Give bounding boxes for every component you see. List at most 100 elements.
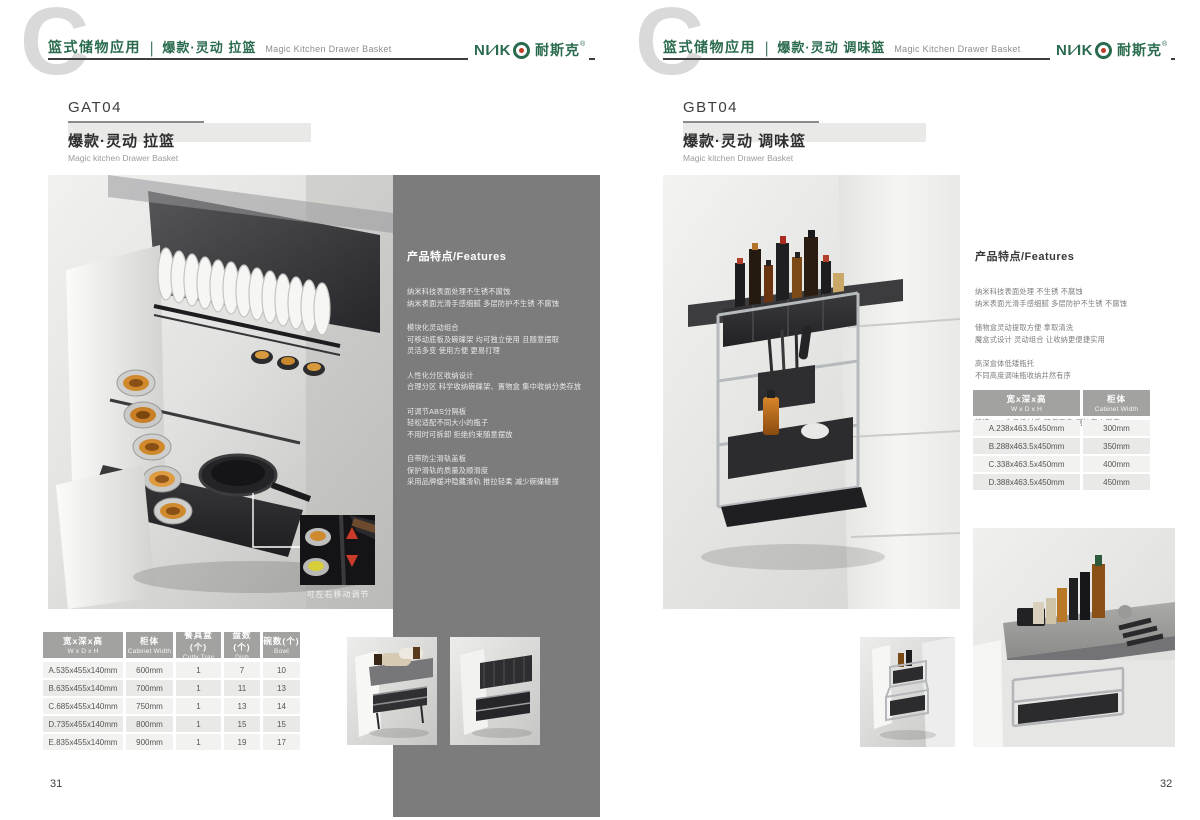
logo-latin-text: NI∕IK: [474, 42, 511, 59]
cell-cutlery-tray: 1: [176, 698, 221, 714]
table-header-cell: 碗数(个) Bowl: [263, 632, 300, 658]
cell-cabinet-width: 450mm: [1083, 474, 1150, 490]
cell-cabinet-width: 900mm: [126, 734, 173, 750]
cell-cabinet-width: 600mm: [126, 662, 173, 678]
product-subtitle: Magic kitchen Drawer Basket: [683, 153, 943, 163]
table-header-cell: 宽x深x高 W x D x H: [973, 390, 1080, 416]
logo-latin-text: NI∕IK: [1056, 42, 1093, 59]
table-header-cell: 宽x深x高 W x D x H: [43, 632, 123, 658]
cell-dimensions: D.735x455x140mm: [43, 716, 123, 732]
small-photo-mesh-basket: [450, 637, 540, 745]
cell-cabinet-width: 800mm: [126, 716, 173, 732]
detail-inset-photo: [300, 515, 375, 585]
cell-cabinet-width: 350mm: [1083, 438, 1150, 454]
cell-cutlery-tray: 1: [176, 680, 221, 696]
page-header-right: 篮式储物应用 | 爆款·灵动 调味篮 Magic Kitchen Drawer …: [663, 37, 1021, 57]
page-number-left: 31: [50, 778, 62, 790]
cell-dimensions: C.338x463.5x450mm: [973, 456, 1080, 472]
page-header-left: 篮式储物应用 | 爆款·灵动 拉篮 Magic Kitchen Drawer B…: [48, 37, 392, 57]
cell-cutlery-tray: 1: [176, 734, 221, 750]
logo-registered-mark: ®: [1162, 41, 1167, 48]
logo-red-dot: [1101, 48, 1106, 53]
logo-red-dot: [519, 48, 524, 53]
catalog-spread: C 篮式储物应用 | 爆款·灵动 拉篮 Magic Kitchen Drawer…: [0, 0, 1200, 820]
cell-bowl-count: 17: [263, 734, 300, 750]
header-series-en: Magic Kitchen Drawer Basket: [894, 44, 1020, 54]
header-series: 爆款·灵动 调味篮: [777, 37, 885, 56]
countertop-organizer-illustration: [973, 528, 1175, 747]
table-header-cell: 餐具盒(个) Cutly Tray: [176, 632, 221, 658]
product-code: GBT04: [683, 99, 943, 116]
table-row: B.288x463.5x450mm 350mm: [973, 438, 1150, 454]
feature-paragraph: 自带防尘滑轨盖板 保护滑轨的质量及顺滑度 采用品牌缓冲隐藏滑轨 推拉轻柔 减少碗…: [407, 453, 587, 488]
cell-dish-count: 19: [224, 734, 260, 750]
feature-paragraph: 可调节ABS分隔板 轻松适配不同大小的瓶子 不用时可拆卸 拒绝约束随意摆放: [407, 406, 587, 441]
logo-cn-name: 耐斯克: [1117, 40, 1162, 60]
header-divider: |: [765, 39, 768, 57]
header-divider: |: [150, 39, 153, 57]
mesh-basket-illustration: [450, 637, 540, 745]
header-category: 篮式储物应用: [663, 37, 756, 57]
inset-caption: 可左右移动调节: [286, 589, 390, 600]
table-row: A.535x455x140mm 600mm 1 7 10: [43, 662, 300, 678]
nisko-logo: NI∕IK 耐斯克 ®: [1050, 40, 1171, 62]
features-title: 产品特点/Features: [975, 248, 1175, 264]
table-row: D.388x463.5x450mm 450mm: [973, 474, 1150, 490]
cell-bowl-count: 15: [263, 716, 300, 732]
logo-cn-name: 耐斯克: [535, 40, 580, 60]
product-title: 爆款·灵动 拉篮: [68, 130, 328, 151]
cell-cabinet-width: 700mm: [126, 680, 173, 696]
adjustable-divider-illustration: [300, 515, 375, 585]
table-row: A.238x463.5x450mm 300mm: [973, 420, 1150, 436]
cell-cabinet-width: 750mm: [126, 698, 173, 714]
main-photo-spice-basket: [663, 175, 960, 609]
product-title-block-right: GBT04 爆款·灵动 调味篮 Magic kitchen Drawer Bas…: [683, 99, 943, 163]
table-header-row: 宽x深x高 W x D x H 柜体 Cabinet Width 餐具盒(个) …: [43, 632, 300, 658]
table-header-row: 宽x深x高 W x D x H 柜体 Cabinet Width: [973, 390, 1150, 416]
spec-table-right: 宽x深x高 W x D x H 柜体 Cabinet Width A.238x4…: [973, 390, 1150, 492]
table-header-cell: 柜体 Cabinet Width: [1083, 390, 1150, 416]
cell-dish-count: 11: [224, 680, 260, 696]
photo-countertop-organizer: [973, 528, 1175, 747]
cell-bowl-count: 10: [263, 662, 300, 678]
nisko-logo: NI∕IK 耐斯克 ®: [468, 40, 589, 62]
features-title: 产品特点/Features: [407, 248, 587, 264]
main-photo-drawer-basket: 可左右移动调节: [48, 175, 393, 609]
cell-dimensions: C.685x455x140mm: [43, 698, 123, 714]
features-paragraphs: 纳米科技表面处理不生锈不腐蚀 纳米表面光滑手感细腻 多层防护不生锈 不腐蚀模块化…: [407, 286, 587, 488]
feature-paragraph: 模块化灵动组合 可移动底板及碗碟架 均可独立使用 且随意摆取 灵活多变 使用方便…: [407, 322, 587, 357]
product-title: 爆款·灵动 调味篮: [683, 130, 943, 151]
logo-o-mark: [1095, 42, 1112, 59]
cell-bowl-count: 14: [263, 698, 300, 714]
product-subtitle: Magic kitchen Drawer Basket: [68, 153, 328, 163]
cell-dish-count: 13: [224, 698, 260, 714]
header-series-en: Magic Kitchen Drawer Basket: [265, 44, 391, 54]
table-row: C.338x463.5x450mm 400mm: [973, 456, 1150, 472]
header-category: 篮式储物应用: [48, 37, 141, 57]
towel-basket-illustration: [347, 637, 437, 745]
header-series: 爆款·灵动 拉篮: [162, 37, 256, 56]
small-photo-spice-rack: [860, 637, 955, 747]
table-body: A.238x463.5x450mm 300mm B.288x463.5x450m…: [973, 420, 1150, 490]
small-photo-towel-basket: [347, 637, 437, 745]
logo-registered-mark: ®: [580, 41, 585, 48]
page-number-right: 32: [1160, 778, 1172, 790]
cell-dimensions: B.635x455x140mm: [43, 680, 123, 696]
feature-paragraph: 人性化分区收纳设计 合理分区 科学收纳碗碟架、置物盒 集中收纳分类存放: [407, 370, 587, 393]
spec-table-left: 宽x深x高 W x D x H 柜体 Cabinet Width 餐具盒(个) …: [43, 632, 300, 752]
cell-cutlery-tray: 1: [176, 662, 221, 678]
cell-cabinet-width: 300mm: [1083, 420, 1150, 436]
cell-dimensions: A.535x455x140mm: [43, 662, 123, 678]
table-row: D.735x455x140mm 800mm 1 15 15: [43, 716, 300, 732]
cell-dish-count: 7: [224, 662, 260, 678]
table-header-cell: 盘数(个) Dish: [224, 632, 260, 658]
cell-dimensions: D.388x463.5x450mm: [973, 474, 1080, 490]
features-left: 产品特点/Features 纳米科技表面处理不生锈不腐蚀 纳米表面光滑手感细腻 …: [407, 248, 587, 501]
spice-rack-illustration: [860, 637, 955, 747]
table-row: B.635x455x140mm 700mm 1 11 13: [43, 680, 300, 696]
feature-paragraph: 高深盒体低矮瓶托 不同高度调味瓶收纳井然有序: [975, 358, 1175, 381]
feature-paragraph: 纳米科技表面处理不生锈不腐蚀 纳米表面光滑手感细腻 多层防护不生锈 不腐蚀: [407, 286, 587, 309]
table-body: A.535x455x140mm 600mm 1 7 10 B.635x455x1…: [43, 662, 300, 750]
cell-cabinet-width: 400mm: [1083, 456, 1150, 472]
product-code: GAT04: [68, 99, 328, 116]
